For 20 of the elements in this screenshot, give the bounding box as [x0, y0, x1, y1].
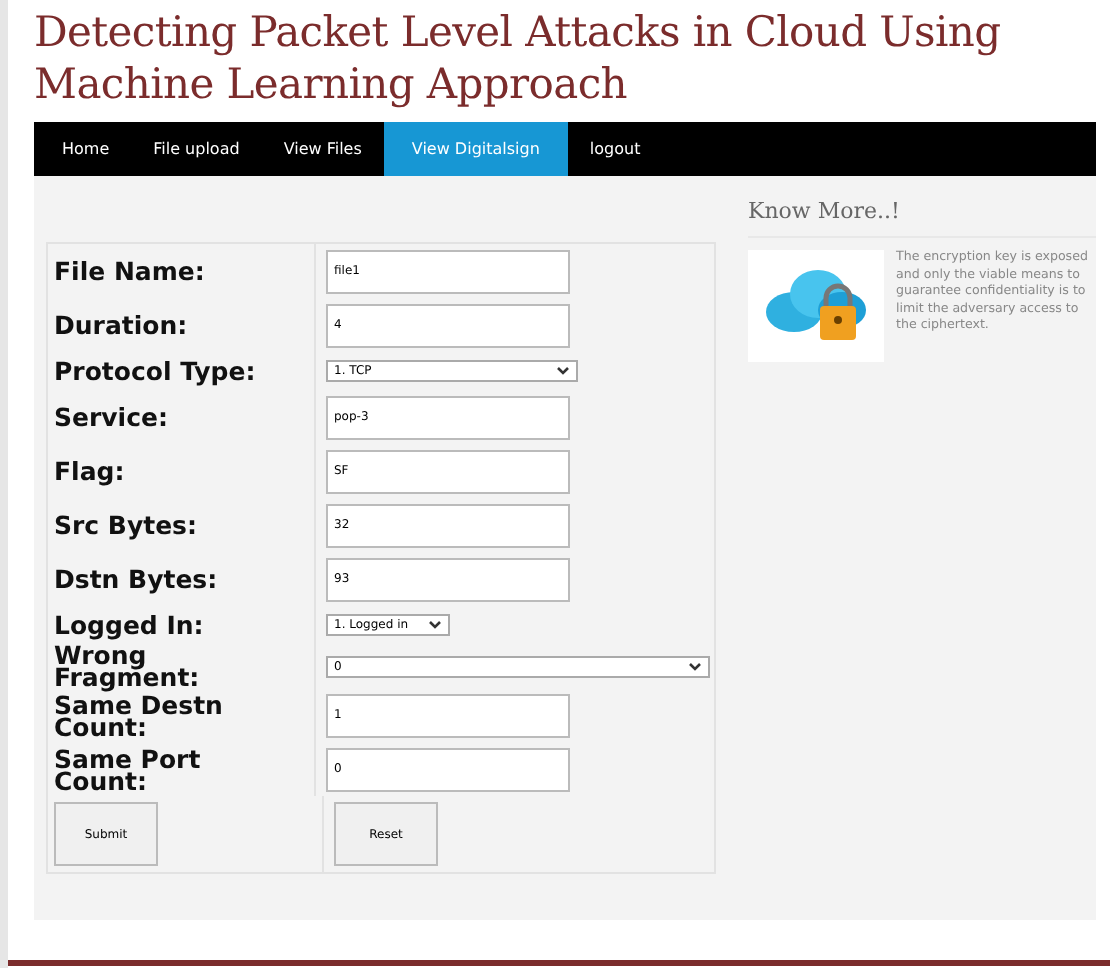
caret-icon — [556, 366, 570, 376]
caret-icon — [688, 661, 702, 671]
field-label: Duration: — [48, 298, 316, 352]
field-label: File Name: — [48, 244, 316, 298]
field-label: Flag: — [48, 444, 316, 498]
caret-icon — [428, 620, 442, 630]
page-title: Detecting Packet Level Attacks in Cloud Using Machine Learning Approach — [34, 6, 1003, 110]
field-label: Src Bytes: — [48, 498, 316, 552]
field-label: Same Port Count: — [48, 742, 316, 796]
nav-link[interactable]: Home — [40, 122, 132, 176]
field-label: Logged In: — [48, 606, 316, 644]
field-label: Wrong Fragment: — [48, 644, 316, 688]
field-label: Protocol Type: — [48, 352, 316, 390]
sidebar-heading: Know More..! — [748, 196, 1096, 238]
nav-link[interactable]: logout — [567, 122, 663, 176]
field-label: Dstn Bytes: — [48, 552, 316, 606]
field-label: Service: — [48, 390, 316, 444]
nav-link[interactable]: View Files — [261, 122, 384, 176]
cloud-lock-icon — [748, 250, 884, 362]
nav-link[interactable]: File upload — [131, 122, 262, 176]
